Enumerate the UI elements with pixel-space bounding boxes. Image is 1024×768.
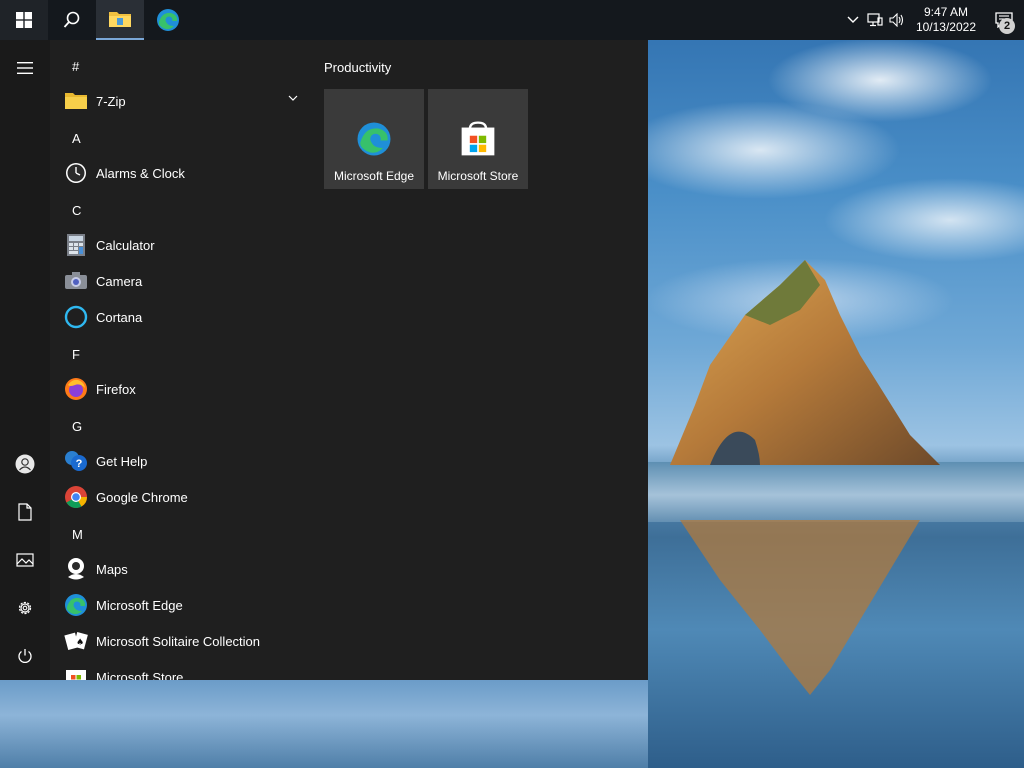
expand-menu-button[interactable] <box>0 44 50 92</box>
tile-label-store: Microsoft Store <box>437 169 519 183</box>
app-solitaire[interactable]: ♠ Microsoft Solitaire Collection <box>50 623 310 659</box>
app-get-help[interactable]: ? Get Help <box>50 443 310 479</box>
app-maps[interactable]: Maps <box>50 551 310 587</box>
show-hidden-icons-button[interactable] <box>842 0 864 40</box>
network-icon <box>867 13 883 27</box>
section-header-hash[interactable]: # <box>72 49 79 85</box>
search-icon <box>63 11 80 28</box>
maps-icon <box>64 557 88 581</box>
documents-button[interactable] <box>0 488 50 536</box>
edge-icon <box>357 122 391 156</box>
app-alarms-clock[interactable]: Alarms & Clock <box>50 155 310 191</box>
section-header-a[interactable]: A <box>72 121 81 157</box>
chevron-up-icon <box>847 16 859 23</box>
tile-label-edge: Microsoft Edge <box>333 169 415 183</box>
store-icon <box>64 665 88 680</box>
pictures-button[interactable] <box>0 536 50 584</box>
app-microsoft-edge[interactable]: Microsoft Edge <box>50 587 310 623</box>
section-header-c[interactable]: C <box>72 193 81 229</box>
account-icon <box>15 454 35 474</box>
app-label-microsoft-store: Microsoft Store <box>96 669 184 681</box>
chrome-icon <box>64 485 88 509</box>
section-header-g[interactable]: G <box>72 409 82 445</box>
svg-text:?: ? <box>76 458 83 470</box>
svg-text:♠: ♠ <box>76 638 84 648</box>
tile-microsoft-edge[interactable]: Microsoft Edge <box>324 89 424 189</box>
pictures-icon <box>16 553 34 567</box>
edge-icon <box>157 9 179 31</box>
calculator-icon <box>64 233 88 257</box>
app-label-solitaire: Microsoft Solitaire Collection <box>96 633 261 649</box>
app-label-maps: Maps <box>96 561 128 577</box>
app-firefox[interactable]: Firefox <box>50 371 310 407</box>
section-header-f[interactable]: F <box>72 337 80 373</box>
account-button[interactable] <box>0 440 50 488</box>
tile-microsoft-store[interactable]: Microsoft Store <box>428 89 528 189</box>
app-label-cortana: Cortana <box>96 309 143 325</box>
settings-button[interactable] <box>0 584 50 632</box>
taskbar: 9:47 AM 10/13/2022 2 <box>0 0 1024 40</box>
app-list: # 7-Zip A Alarms & Clock C Calculator Ca… <box>50 40 310 680</box>
app-cortana[interactable]: Cortana <box>50 299 310 335</box>
firefox-icon <box>64 377 88 401</box>
start-menu: # 7-Zip A Alarms & Clock C Calculator Ca… <box>0 40 648 680</box>
volume-icon <box>889 13 903 27</box>
cards-icon: ♠ <box>64 629 88 653</box>
camera-icon <box>64 269 88 293</box>
clock-icon <box>64 161 88 185</box>
app-label-7zip: 7-Zip <box>96 93 126 109</box>
get-help-icon: ? <box>64 449 88 473</box>
volume-button[interactable] <box>886 0 908 40</box>
store-icon <box>461 121 495 156</box>
app-label-calculator: Calculator <box>96 237 155 253</box>
app-label-firefox: Firefox <box>96 381 136 397</box>
gear-icon <box>18 601 32 615</box>
windows-logo-icon <box>16 12 32 28</box>
clock[interactable]: 9:47 AM 10/13/2022 <box>908 5 984 35</box>
folder-icon <box>64 89 88 113</box>
clock-date: 10/13/2022 <box>915 20 976 34</box>
wallpaper-bottom <box>0 680 648 768</box>
app-label-microsoft-edge: Microsoft Edge <box>96 597 183 613</box>
app-microsoft-store[interactable]: Microsoft Store <box>50 659 310 680</box>
edge-taskbar-button[interactable] <box>144 0 192 40</box>
app-label-get-help: Get Help <box>96 453 148 469</box>
app-label-google-chrome: Google Chrome <box>96 489 188 505</box>
app-google-chrome[interactable]: Google Chrome <box>50 479 310 515</box>
notification-count-badge: 2 <box>999 18 1015 34</box>
sea-horizon <box>648 462 1024 522</box>
app-label-camera: Camera <box>96 273 143 289</box>
app-camera[interactable]: Camera <box>50 263 310 299</box>
menu-icon <box>17 62 33 74</box>
app-calculator[interactable]: Calculator <box>50 227 310 263</box>
chevron-down-icon[interactable] <box>288 95 298 101</box>
start-button[interactable] <box>0 0 48 40</box>
search-button[interactable] <box>48 0 96 40</box>
edge-icon <box>64 593 88 617</box>
app-label-alarms-clock: Alarms & Clock <box>96 165 185 181</box>
power-button[interactable] <box>0 632 50 680</box>
section-header-m[interactable]: M <box>72 517 83 553</box>
documents-icon <box>18 503 32 521</box>
rock-reflection <box>680 520 920 695</box>
file-explorer-button[interactable] <box>96 0 144 40</box>
network-button[interactable] <box>864 0 886 40</box>
rock-formation <box>670 260 940 465</box>
cortana-icon <box>64 305 88 329</box>
app-7zip[interactable]: 7-Zip <box>50 83 310 119</box>
start-rail <box>0 40 50 680</box>
file-explorer-icon <box>109 12 131 27</box>
power-icon <box>18 649 32 663</box>
action-center-button[interactable]: 2 <box>984 0 1024 40</box>
tile-group-header[interactable]: Productivity <box>324 60 391 75</box>
clock-time: 9:47 AM <box>923 5 968 19</box>
system-tray: 9:47 AM 10/13/2022 2 <box>842 0 1024 40</box>
